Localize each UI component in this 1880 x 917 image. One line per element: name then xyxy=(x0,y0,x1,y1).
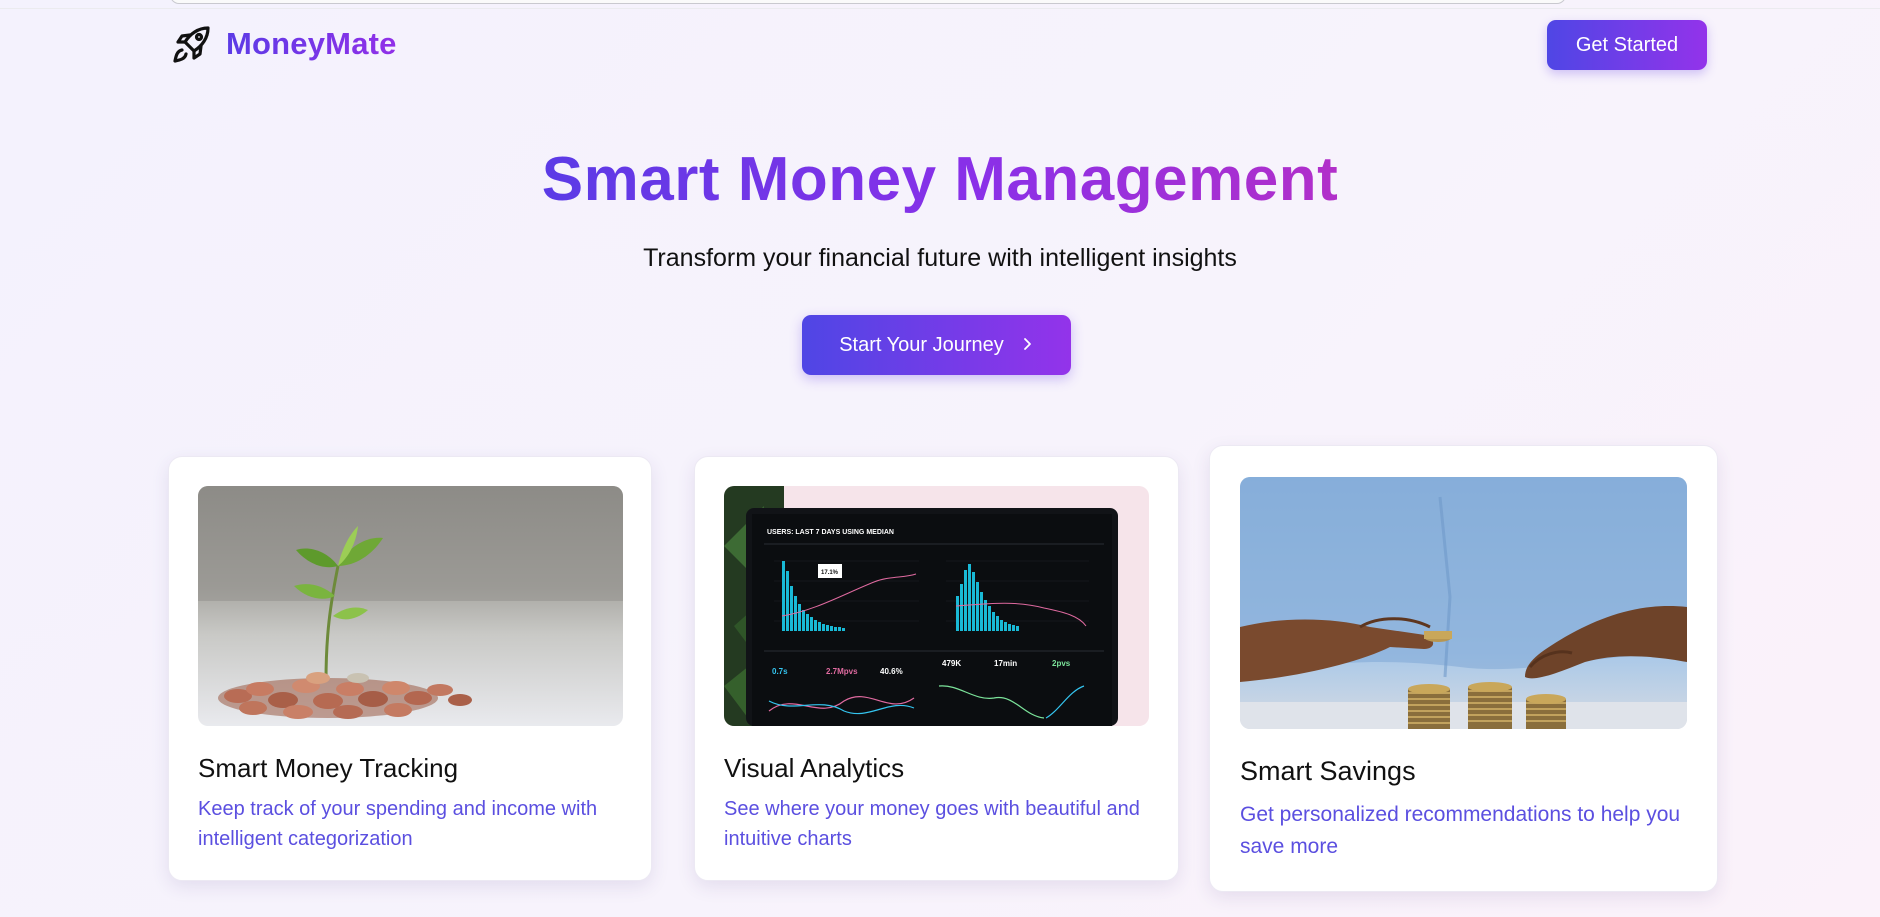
feature-card-analytics[interactable]: USERS: LAST 7 DAYS USING MEDIAN 17.1% 0.… xyxy=(694,456,1179,881)
feature-card-tracking[interactable]: Smart Money Tracking Keep track of your … xyxy=(168,456,652,881)
metric-value: 0.7s xyxy=(772,667,788,676)
feature-description: Get personalized recommendations to help… xyxy=(1240,803,1681,858)
hands-stacking-coins-photo xyxy=(1240,477,1687,729)
metric-value: 479K xyxy=(942,659,961,668)
metric-value: 2pvs xyxy=(1052,659,1071,668)
get-started-button[interactable]: Get Started xyxy=(1547,20,1707,70)
hero-subtitle: Transform your financial future with int… xyxy=(643,244,1237,272)
browser-edge xyxy=(170,0,1566,4)
rocket-icon xyxy=(168,20,216,68)
brand-logo[interactable]: MoneyMate xyxy=(168,20,397,68)
start-journey-label: Start Your Journey xyxy=(839,333,1004,356)
top-divider xyxy=(0,8,1880,9)
feature-card-savings[interactable]: Smart Savings Get personalized recommend… xyxy=(1209,445,1718,892)
plant-growing-from-coins-photo xyxy=(198,486,623,726)
feature-description: See where your money goes with beautiful… xyxy=(724,798,1140,850)
analytics-dashboard-laptop-photo: USERS: LAST 7 DAYS USING MEDIAN 17.1% 0.… xyxy=(724,486,1149,726)
start-journey-button[interactable]: Start Your Journey xyxy=(802,315,1071,375)
feature-title: Smart Money Tracking xyxy=(198,753,459,783)
feature-title: Smart Savings xyxy=(1240,756,1416,786)
metric-value: 40.6% xyxy=(880,667,903,676)
brand-name: MoneyMate xyxy=(226,26,397,61)
hero-title: Smart Money Management xyxy=(541,145,1339,214)
feature-description: Keep track of your spending and income w… xyxy=(198,798,598,850)
metric-value: 17min xyxy=(994,659,1017,668)
chevron-right-icon xyxy=(1020,334,1034,357)
dashboard-header-text: USERS: LAST 7 DAYS USING MEDIAN xyxy=(767,529,894,536)
metric-value: 2.7Mpvs xyxy=(826,667,858,676)
dashboard-tooltip-text: 17.1% xyxy=(821,570,839,576)
feature-title: Visual Analytics xyxy=(724,753,905,783)
